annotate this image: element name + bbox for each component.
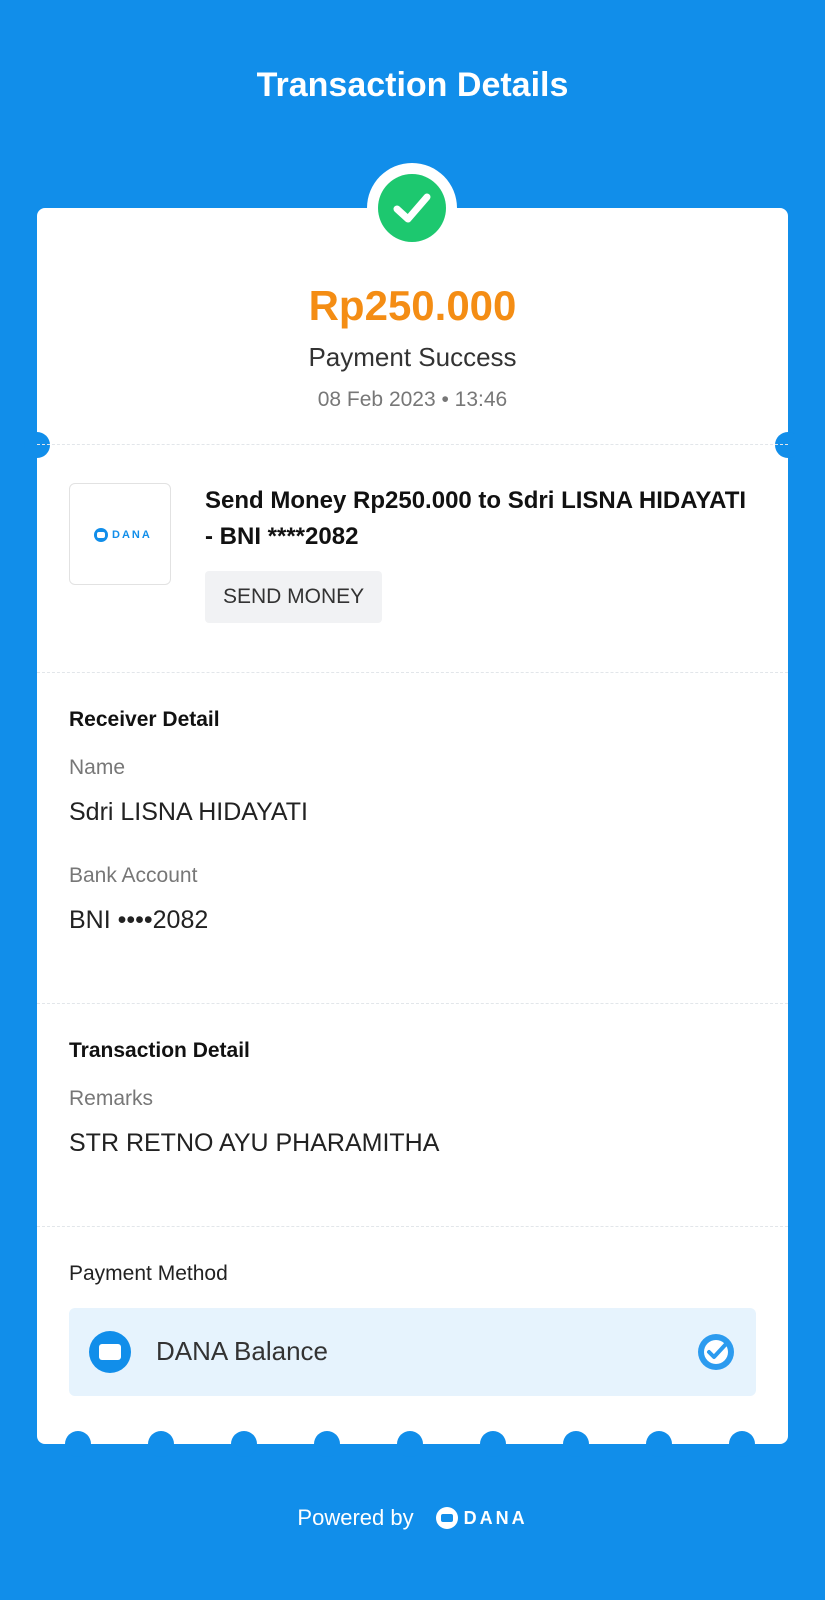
transaction-detail-heading: Transaction Detail (69, 1039, 250, 1062)
scallop (65, 1431, 91, 1457)
divider (37, 444, 788, 445)
receiver-name-label: Name (69, 756, 126, 779)
transaction-amount: Rp250.000 (308, 282, 517, 329)
footer: Powered by DANA (0, 1505, 825, 1531)
divider (37, 1003, 788, 1004)
bank-account-label: Bank Account (69, 864, 198, 887)
scallop (231, 1431, 257, 1457)
payment-status: Payment Success (308, 342, 517, 372)
payment-method-option[interactable]: DANA Balance (69, 1308, 756, 1396)
payment-method-name: DANA Balance (156, 1336, 328, 1366)
success-icon (367, 163, 457, 253)
receiver-detail-heading: Receiver Detail (69, 708, 220, 731)
scallop (148, 1431, 174, 1457)
payment-method-label: Payment Method (69, 1262, 228, 1285)
scallop (563, 1431, 589, 1457)
dana-logo-icon: DANA (435, 1507, 528, 1529)
powered-by-text: Powered by (297, 1505, 414, 1530)
scallop (646, 1431, 672, 1457)
scallop (729, 1431, 755, 1457)
verified-check-icon (696, 1332, 736, 1377)
divider (37, 672, 788, 673)
dana-logo-icon: DANA (94, 528, 152, 542)
scallop (480, 1431, 506, 1457)
receiver-name-value: Sdri LISNA HIDAYATI (69, 798, 308, 826)
transaction-datetime: 08 Feb 2023 • 13:46 (317, 388, 508, 411)
scallop (314, 1431, 340, 1457)
merchant-logo: DANA (69, 483, 171, 585)
scallop (397, 1431, 423, 1457)
right-notch (775, 432, 801, 458)
transaction-title: Send Money Rp250.000 to Sdri LISNA HIDAY… (205, 487, 747, 550)
divider (37, 1226, 788, 1227)
remarks-value: STR RETNO AYU PHARAMITHA (69, 1129, 440, 1157)
left-notch (24, 432, 50, 458)
page-title: Transaction Details (256, 66, 569, 104)
transaction-card: Rp250.000 Payment Success 08 Feb 2023 • … (24, 208, 801, 1457)
remarks-label: Remarks (69, 1087, 154, 1110)
wallet-icon (89, 1331, 131, 1373)
transaction-type-badge: SEND MONEY (205, 571, 383, 623)
bank-account-value: BNI ••••2082 (69, 906, 209, 934)
